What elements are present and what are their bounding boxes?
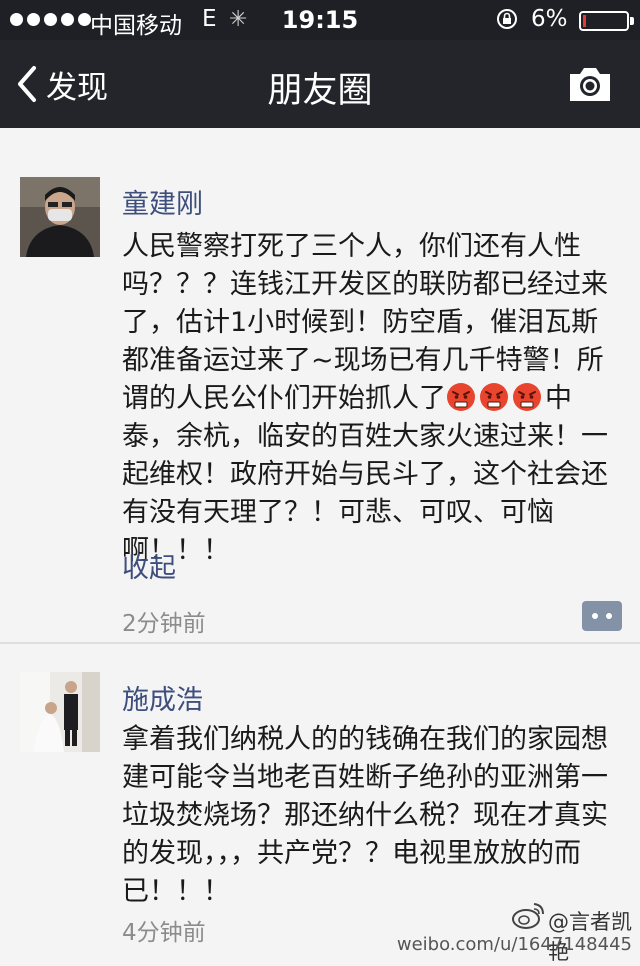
page-title: 朋友圈 xyxy=(267,71,373,111)
post-timestamp: 4分钟前 xyxy=(122,920,206,946)
avatar[interactable] xyxy=(20,177,100,257)
moment-post: 施成浩 拿着我们纳税人的的钱确在我们的家园想建可能令当地老百姓断子绝孙的亚洲第一… xyxy=(0,642,640,960)
post-content: 拿着我们纳税人的的钱确在我们的家园想建可能令当地老百姓断子绝孙的亚洲第一垃圾焚烧… xyxy=(122,724,608,907)
emoji-group xyxy=(446,383,545,414)
battery-icon xyxy=(579,11,629,31)
post-content: 人民警察打死了三个人，你们还有人性吗？？？连钱江开发区的联防都已经过来了，估计1… xyxy=(122,228,622,570)
post-author-name[interactable]: 童建刚 xyxy=(122,182,203,221)
rotation-lock-icon xyxy=(497,9,517,29)
collapse-link[interactable]: 收起 xyxy=(122,546,176,585)
post-author-name[interactable]: 施成浩 xyxy=(122,678,203,717)
nav-bar: 发现 朋友圈 xyxy=(0,40,640,128)
angry-face-icon xyxy=(480,383,508,411)
avatar[interactable] xyxy=(20,672,100,752)
battery-percent: 6% xyxy=(531,6,568,32)
battery-nub xyxy=(630,17,634,25)
angry-face-icon xyxy=(447,383,475,411)
moment-post: 童建刚 人民警察打死了三个人，你们还有人性吗？？？连钱江开发区的联防都已经过来了… xyxy=(0,128,640,642)
status-bar: 中国移动 E ✳ 19:15 6% xyxy=(0,0,640,40)
angry-face-icon xyxy=(513,383,541,411)
camera-icon[interactable] xyxy=(567,64,613,104)
battery-level-fill xyxy=(583,15,586,27)
post-timestamp: 2分钟前 xyxy=(122,611,206,637)
comment-icon[interactable] xyxy=(582,601,622,631)
